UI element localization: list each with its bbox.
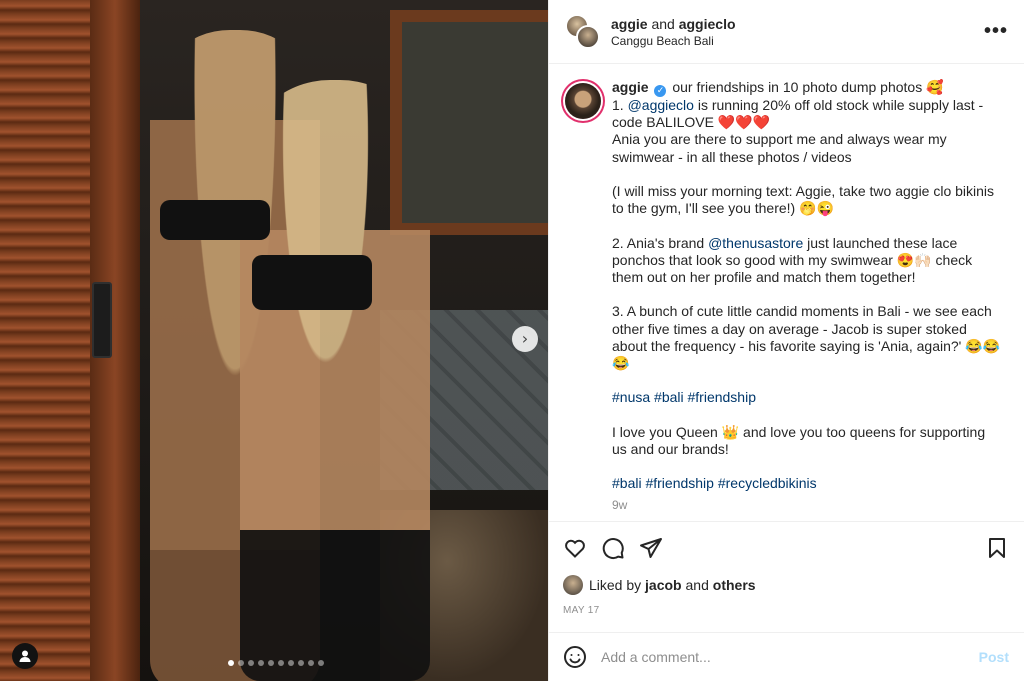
avatar xyxy=(576,24,600,49)
carousel-dot xyxy=(248,660,254,666)
comment-bar: Post xyxy=(549,632,1024,681)
action-section: Liked by jacob and others MAY 17 xyxy=(549,521,1024,616)
carousel-dot xyxy=(318,660,324,666)
likes-prefix: Liked by xyxy=(589,577,646,593)
carousel-dot xyxy=(308,660,314,666)
header-joiner: and xyxy=(651,15,675,32)
carousel-dot xyxy=(298,660,304,666)
mention-link[interactable]: @thenusastore xyxy=(708,235,803,251)
header-text: aggie and aggieclo Canggu Beach Bali xyxy=(611,16,984,48)
hashtag-links[interactable]: #nusa #bali #friendship xyxy=(612,389,1002,406)
mention-link[interactable]: @aggieclo xyxy=(628,97,694,113)
caption-area[interactable]: aggie ✓ our friendships in 10 photo dump… xyxy=(549,65,1024,520)
header-title: aggie and aggieclo xyxy=(611,16,984,32)
heart-icon xyxy=(565,539,585,558)
chevron-right-icon: › xyxy=(521,329,529,348)
avatar[interactable] xyxy=(563,575,583,595)
username-link[interactable]: aggieclo xyxy=(679,16,736,32)
carousel-dot xyxy=(238,660,244,666)
smiley-icon xyxy=(564,646,586,668)
post-side-panel: aggie and aggieclo Canggu Beach Bali •••… xyxy=(548,0,1024,681)
avatar[interactable] xyxy=(565,83,601,119)
action-bar xyxy=(563,536,1011,560)
caption-text-part: 2. Ania's brand xyxy=(612,234,709,251)
username-link[interactable]: aggie xyxy=(611,16,648,32)
paper-plane-icon xyxy=(640,538,662,558)
user-icon xyxy=(19,650,31,662)
caption-row: aggie ✓ our friendships in 10 photo dump… xyxy=(565,79,1009,514)
swimwear-left xyxy=(160,200,270,240)
carousel-dot xyxy=(228,660,234,666)
comment-input[interactable] xyxy=(601,649,979,665)
verified-badge-icon: ✓ xyxy=(654,85,667,97)
share-button[interactable] xyxy=(639,536,663,560)
carousel-indicator xyxy=(228,660,324,666)
caption-text-part: 1. xyxy=(612,97,628,113)
emoji-button[interactable] xyxy=(563,645,587,669)
caption-line: aggie ✓ our friendships in 10 photo dump… xyxy=(612,79,1002,97)
door-handle xyxy=(92,282,112,358)
collab-avatars[interactable] xyxy=(565,13,601,50)
likes-summary: Liked by jacob and others xyxy=(563,575,1011,595)
caption-line: Ania you are there to support me and alw… xyxy=(612,131,951,165)
carousel-next-button[interactable]: › xyxy=(512,326,538,352)
tagged-users-button[interactable] xyxy=(12,643,38,669)
caption-line: 1. @aggieclo is running 20% off old stoc… xyxy=(612,97,1002,131)
likes-joiner: and xyxy=(681,577,713,593)
comment-icon xyxy=(602,538,624,559)
swimwear-right xyxy=(252,255,372,310)
location-link[interactable]: Canggu Beach Bali xyxy=(611,34,984,48)
carousel-dot xyxy=(278,660,284,666)
bookmark-icon xyxy=(989,538,1005,558)
like-button[interactable] xyxy=(563,536,587,560)
save-button[interactable] xyxy=(985,536,1009,560)
carousel-dot xyxy=(288,660,294,666)
caption-username[interactable]: aggie xyxy=(612,79,649,95)
hashtag-links[interactable]: #bali #friendship #recycledbikinis xyxy=(612,475,1002,492)
post-date[interactable]: MAY 17 xyxy=(563,605,1011,616)
comment-button[interactable] xyxy=(601,536,625,560)
likes-others-link[interactable]: others xyxy=(713,577,756,593)
caption-text: aggie ✓ our friendships in 10 photo dump… xyxy=(612,79,1002,514)
caption-line: (I will miss your morning text: Aggie, t… xyxy=(612,183,998,217)
post-header: aggie and aggieclo Canggu Beach Bali ••• xyxy=(549,0,1024,64)
caption-intro: our friendships in 10 photo dump photos … xyxy=(672,79,944,95)
caption-line: I love you Queen 👑 and love you too quee… xyxy=(612,423,990,457)
caption-line: 2. Ania's brand @thenusastore just launc… xyxy=(612,235,1002,287)
carousel-dot xyxy=(268,660,274,666)
post-comment-button[interactable]: Post xyxy=(979,649,1009,665)
liker-username-link[interactable]: jacob xyxy=(645,577,682,593)
caption-line: 3. A bunch of cute little candid moments… xyxy=(612,303,1001,371)
post-photo[interactable]: › xyxy=(0,0,548,681)
carousel-dot xyxy=(258,660,264,666)
person-right xyxy=(240,80,430,681)
caption-timestamp[interactable]: 9w xyxy=(612,497,1002,514)
more-options-icon[interactable]: ••• xyxy=(984,20,1008,43)
